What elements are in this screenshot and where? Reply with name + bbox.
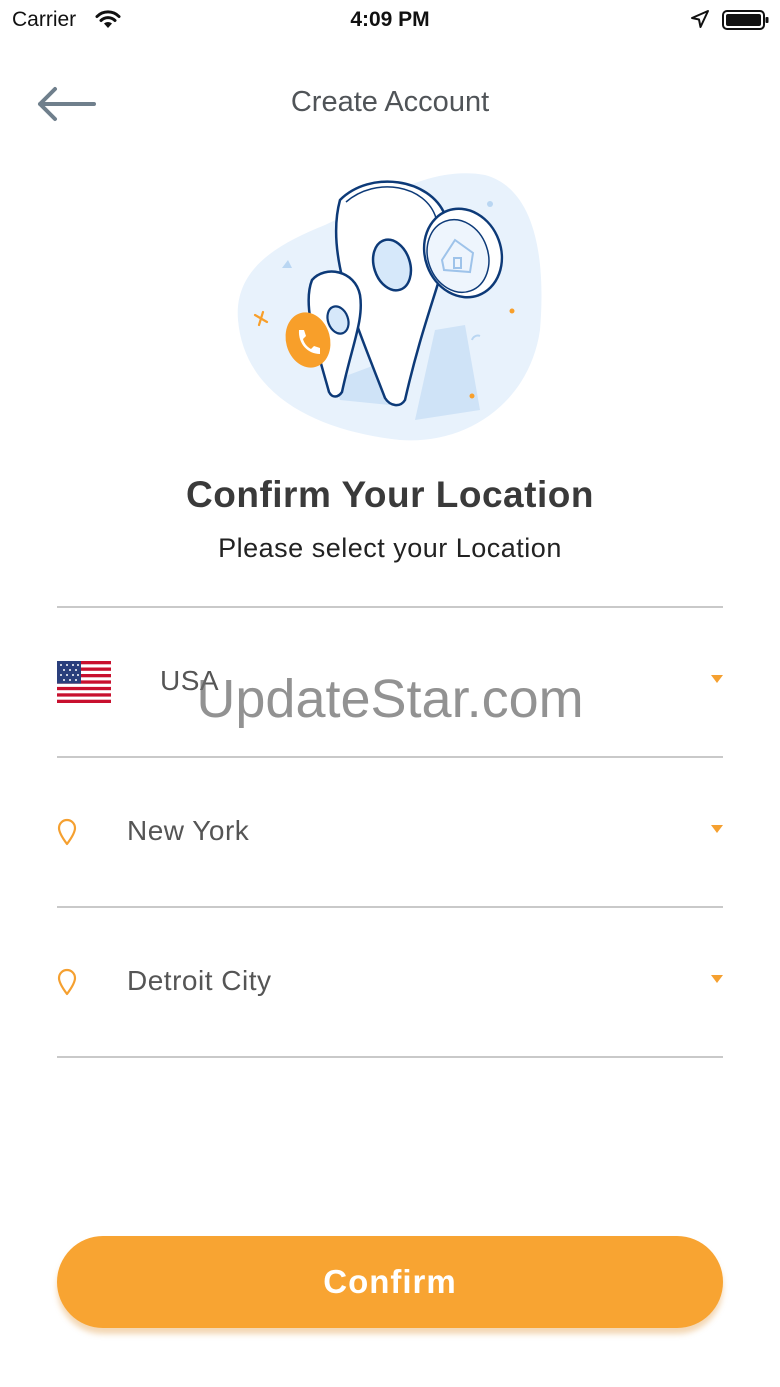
status-time: 4:09 PM <box>350 8 430 31</box>
confirm-button[interactable]: Confirm <box>57 1236 723 1328</box>
location-illustration <box>230 160 550 450</box>
location-heading: Confirm Your Location <box>186 474 594 515</box>
status-bar: Carrier 4:09 PM <box>0 0 780 40</box>
location-arrow-icon <box>690 9 710 34</box>
battery-icon <box>722 9 770 36</box>
location-pin-icon <box>57 968 77 996</box>
country-select[interactable]: USA <box>57 608 723 756</box>
dropdown-caret-icon <box>711 975 723 983</box>
location-subtitle: Please select your Location <box>218 533 562 563</box>
city-value: Detroit City <box>127 965 272 996</box>
country-value: USA <box>160 665 220 696</box>
state-value: New York <box>127 815 250 846</box>
page-title: Create Account <box>290 86 490 118</box>
confirm-button-label: Confirm <box>323 1263 457 1300</box>
state-select[interactable]: New York <box>57 758 723 906</box>
dropdown-caret-icon <box>711 825 723 833</box>
city-select[interactable]: Detroit City <box>57 908 723 1056</box>
dropdown-caret-icon <box>711 675 723 683</box>
us-flag-icon <box>57 661 111 703</box>
divider <box>57 1056 723 1058</box>
location-pin-icon <box>57 818 77 846</box>
